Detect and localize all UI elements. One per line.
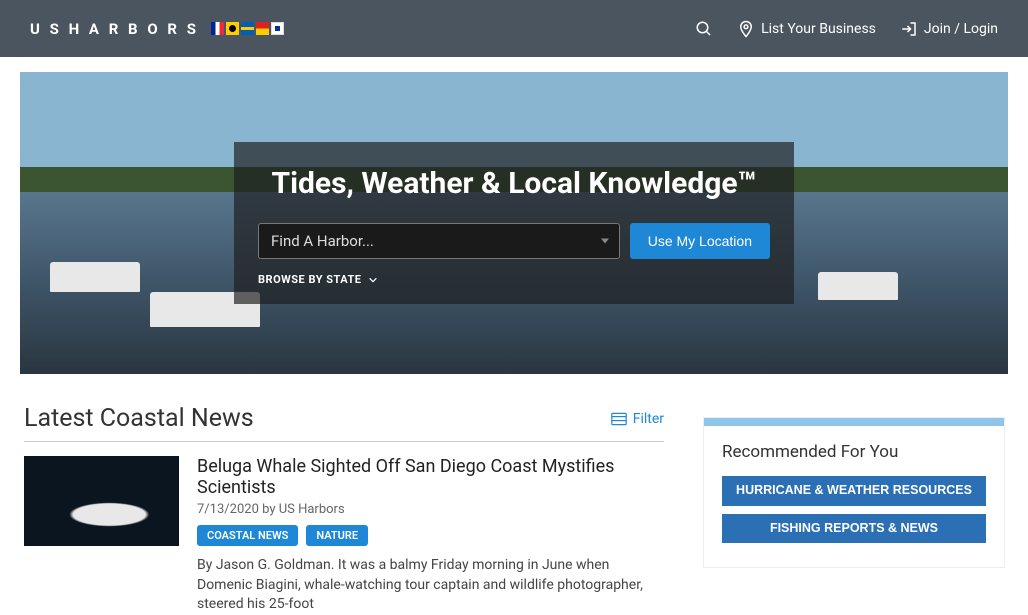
harbor-select[interactable]: Find A Harbor... bbox=[258, 223, 620, 259]
sidebar: Recommended For You HURRICANE & WEATHER … bbox=[704, 404, 1004, 615]
browse-by-state[interactable]: BROWSE BY STATE bbox=[258, 273, 770, 286]
tag-nature[interactable]: NATURE bbox=[306, 525, 368, 546]
article-image[interactable] bbox=[24, 456, 179, 546]
article-excerpt: By Jason G. Goldman. It was a balmy Frid… bbox=[197, 556, 664, 615]
main-column: Latest Coastal News Filter Beluga Whale … bbox=[24, 404, 664, 615]
hero-panel: Tides, Weather & Local Knowledge™ Find A… bbox=[234, 142, 794, 304]
pin-icon bbox=[737, 20, 755, 38]
tag-coastal-news[interactable]: COASTAL NEWS bbox=[197, 525, 298, 546]
filter-button[interactable]: Filter bbox=[611, 411, 664, 427]
article: Beluga Whale Sighted Off San Diego Coast… bbox=[24, 456, 664, 615]
browse-label: BROWSE BY STATE bbox=[258, 273, 362, 286]
news-heading: Latest Coastal News bbox=[24, 404, 254, 433]
logo[interactable]: U S H A R B O R S bbox=[30, 20, 284, 38]
article-title[interactable]: Beluga Whale Sighted Off San Diego Coast… bbox=[197, 456, 664, 498]
rec-hurricane-button[interactable]: HURRICANE & WEATHER RESOURCES bbox=[722, 476, 986, 506]
list-business-label: List Your Business bbox=[761, 21, 876, 37]
filter-icon bbox=[611, 412, 627, 426]
use-location-button[interactable]: Use My Location bbox=[630, 223, 770, 259]
header-nav: List Your Business Join / Login bbox=[695, 20, 998, 38]
search-button[interactable] bbox=[695, 20, 713, 38]
login-icon bbox=[900, 20, 918, 38]
join-login-link[interactable]: Join / Login bbox=[900, 20, 998, 38]
article-body: Beluga Whale Sighted Off San Diego Coast… bbox=[197, 456, 664, 615]
filter-label: Filter bbox=[633, 411, 664, 427]
content: Latest Coastal News Filter Beluga Whale … bbox=[0, 374, 1028, 615]
logo-flags bbox=[211, 22, 284, 35]
logo-text: U S H A R B O R S bbox=[30, 20, 199, 38]
list-business-link[interactable]: List Your Business bbox=[737, 20, 876, 38]
recommended-box: Recommended For You HURRICANE & WEATHER … bbox=[704, 418, 1004, 567]
harbor-select-placeholder: Find A Harbor... bbox=[271, 232, 374, 250]
hero: Tides, Weather & Local Knowledge™ Find A… bbox=[20, 72, 1008, 374]
chevron-down-icon bbox=[368, 275, 378, 285]
join-login-label: Join / Login bbox=[924, 21, 998, 37]
hero-title: Tides, Weather & Local Knowledge™ bbox=[258, 166, 770, 201]
rec-fishing-button[interactable]: FISHING REPORTS & NEWS bbox=[722, 514, 986, 544]
article-tags: COASTAL NEWS NATURE bbox=[197, 525, 664, 546]
site-header: U S H A R B O R S List Your Business Joi… bbox=[0, 0, 1028, 57]
recommended-title: Recommended For You bbox=[722, 442, 986, 462]
news-header: Latest Coastal News Filter bbox=[24, 404, 664, 442]
search-icon bbox=[695, 20, 713, 38]
article-meta: 7/13/2020 by US Harbors bbox=[197, 502, 664, 517]
